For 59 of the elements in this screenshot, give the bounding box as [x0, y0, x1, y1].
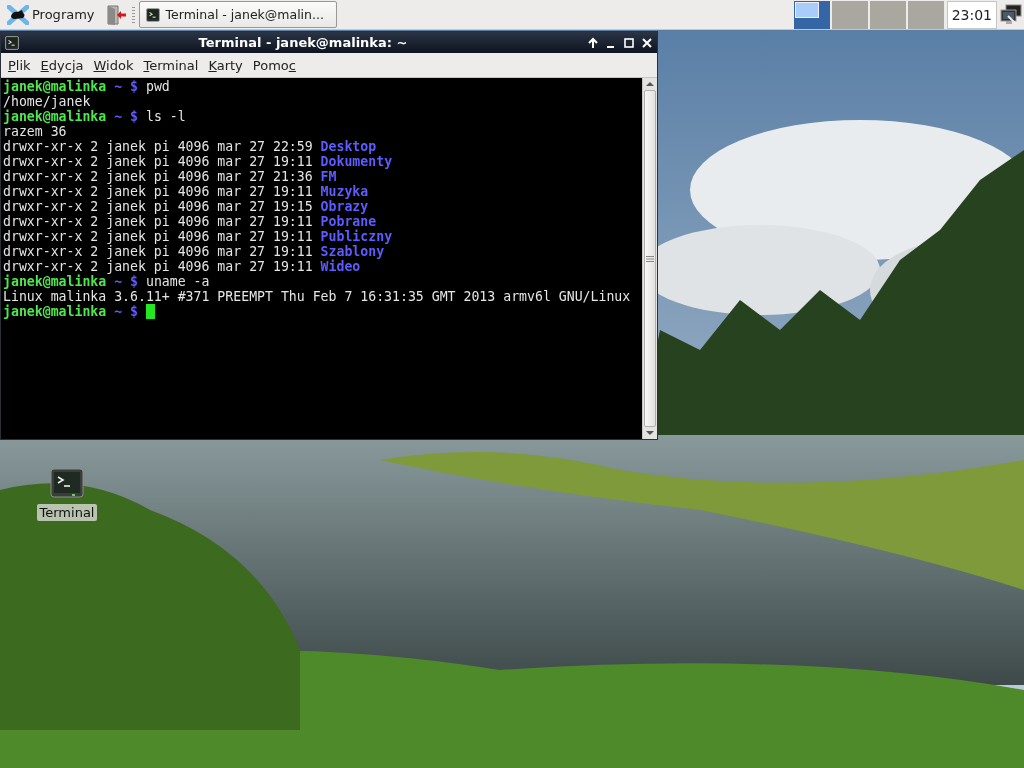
always-on-top-icon[interactable]	[587, 36, 599, 49]
menu-item[interactable]: Terminal	[138, 54, 204, 76]
command-text: pwd	[145, 79, 170, 94]
maximize-icon[interactable]	[623, 36, 635, 49]
applications-menu-button[interactable]: Programy	[3, 1, 99, 28]
scrollbar[interactable]	[642, 78, 657, 439]
directory-name: Wideo	[320, 259, 361, 274]
prompt-path: ~ $	[114, 79, 138, 94]
directory-name: Szablony	[320, 244, 385, 259]
menu-item[interactable]: Edycja	[35, 54, 89, 76]
workspace-switcher[interactable]	[869, 0, 906, 29]
menu-item[interactable]: Pomoc	[247, 54, 301, 76]
prompt-path: ~ $	[114, 274, 138, 289]
workspace-switcher[interactable]	[831, 0, 868, 29]
scrollbar-thumb[interactable]	[644, 90, 656, 427]
prompt-user: janek@malinka	[3, 79, 107, 94]
directory-name: Desktop	[320, 139, 377, 154]
directory-name: Pobrane	[320, 214, 377, 229]
menu-item[interactable]: Plik	[3, 54, 36, 76]
close-icon[interactable]	[641, 36, 653, 49]
clock[interactable]: 23:01	[946, 0, 997, 29]
output-text: razem 36	[3, 124, 67, 139]
directory-name: FM	[320, 169, 337, 184]
menu-item[interactable]: Karty	[203, 54, 248, 76]
taskbar-window-button[interactable]: Terminal - janek@malin...	[138, 1, 337, 28]
prompt-path: ~ $	[114, 304, 138, 319]
output-text: Linux malinka 3.6.11+ #371 PREEMPT Thu Feb 7 16:31:35 GMT 2013 armv6l GNU/Linux	[3, 289, 631, 304]
prompt-user: janek@malinka	[3, 274, 107, 289]
prompt-user: janek@malinka	[3, 109, 107, 124]
terminal-icon	[5, 35, 19, 50]
directory-name: Obrazy	[320, 199, 369, 214]
desktop-icon-label[interactable]: Terminal	[36, 504, 98, 521]
directory-name: Dokumenty	[320, 154, 393, 169]
mouse-logo-icon	[7, 4, 29, 25]
network-icon[interactable]	[1000, 3, 1022, 26]
file-details: drwxr-xr-x 2 janek pi 4096 mar 27 19:11	[3, 154, 313, 169]
prompt-path: ~ $	[114, 109, 138, 124]
file-details: drwxr-xr-x 2 janek pi 4096 mar 27 19:11	[3, 184, 313, 199]
directory-name: Muzyka	[320, 184, 369, 199]
terminal-icon	[145, 7, 160, 22]
scroll-up-icon[interactable]	[646, 81, 654, 87]
directory-name: Publiczny	[320, 229, 393, 244]
file-details: drwxr-xr-x 2 janek pi 4096 mar 27 21:36	[3, 169, 313, 184]
output-text: /home/janek	[3, 94, 91, 109]
file-details: drwxr-xr-x 2 janek pi 4096 mar 27 19:11	[3, 229, 313, 244]
file-details: drwxr-xr-x 2 janek pi 4096 mar 27 22:59	[3, 139, 313, 154]
workspace-switcher[interactable]	[793, 0, 830, 29]
command-text: uname -a	[145, 274, 210, 289]
logout-icon[interactable]	[104, 3, 127, 26]
file-details: drwxr-xr-x 2 janek pi 4096 mar 27 19:11	[3, 259, 313, 274]
terminal-icon[interactable]	[50, 468, 84, 500]
window-title: Terminal - janek@malinka: ~	[197, 35, 409, 50]
file-details: drwxr-xr-x 2 janek pi 4096 mar 27 19:11	[3, 244, 313, 259]
menu-item[interactable]: Widok	[88, 54, 139, 76]
workspace-switcher[interactable]	[907, 0, 944, 29]
command-text: ls -l	[145, 109, 186, 124]
file-details: drwxr-xr-x 2 janek pi 4096 mar 27 19:15	[3, 199, 313, 214]
file-details: drwxr-xr-x 2 janek pi 4096 mar 27 19:11	[3, 214, 313, 229]
prompt-user: janek@malinka	[3, 304, 107, 319]
